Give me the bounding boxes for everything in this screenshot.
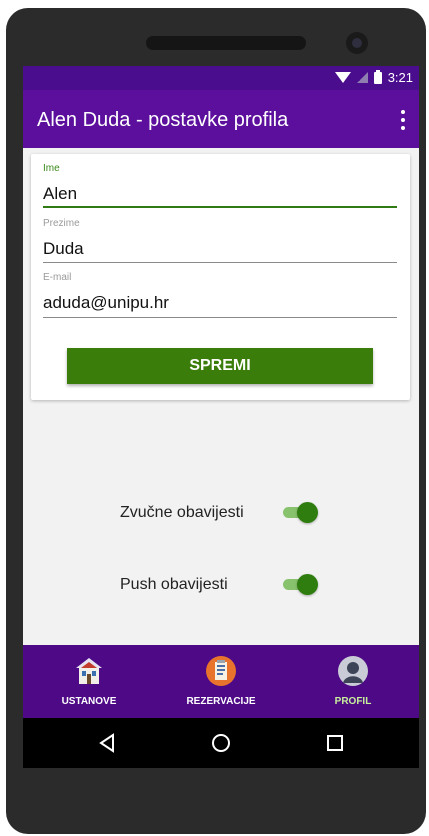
speaker-grille	[146, 36, 306, 50]
app-screen: 3:21 Alen Duda - postavke profila Ime Al…	[23, 66, 419, 768]
sound-notifications-switch[interactable]	[283, 502, 318, 523]
status-time: 3:21	[387, 70, 413, 85]
app-bar: Alen Duda - postavke profila	[23, 90, 419, 148]
first-name-field[interactable]: Alen	[43, 184, 77, 204]
email-field[interactable]: aduda@unipu.hr	[43, 293, 169, 313]
recents-icon[interactable]	[323, 731, 347, 755]
user-icon	[338, 656, 368, 686]
system-navigation-bar	[23, 718, 419, 768]
last-name-underline	[43, 262, 397, 263]
nav-label-ustanove: USTANOVE	[61, 696, 117, 707]
signal-icon	[356, 72, 368, 83]
profile-form-card: Ime Alen Prezime Duda E-mail aduda@unipu…	[31, 154, 410, 400]
reservation-icon	[206, 656, 236, 686]
last-name-field[interactable]: Duda	[43, 239, 84, 259]
front-camera	[346, 32, 368, 54]
sound-notifications-label: Zvučne obavijesti	[120, 504, 244, 521]
last-name-label: Prezime	[43, 218, 80, 229]
email-label: E-mail	[43, 272, 72, 283]
nav-label-profil: PROFIL	[334, 696, 372, 707]
building-icon	[76, 658, 102, 684]
nav-label-rezervacije: REZERVACIJE	[186, 696, 256, 707]
overflow-menu-icon[interactable]	[399, 110, 407, 130]
first-name-label: Ime	[43, 163, 60, 174]
home-icon[interactable]	[209, 731, 233, 755]
push-notifications-switch[interactable]	[283, 574, 318, 595]
page-title: Alen Duda - postavke profila	[37, 109, 289, 131]
nav-item-ustanove[interactable]: USTANOVE	[23, 645, 155, 718]
first-name-underline	[43, 206, 397, 208]
push-notifications-label: Push obavijesti	[120, 576, 228, 593]
nav-item-profil[interactable]: PROFIL	[287, 645, 419, 718]
status-bar: 3:21	[23, 66, 419, 90]
email-underline	[43, 317, 397, 318]
back-icon[interactable]	[95, 731, 119, 755]
battery-icon	[373, 69, 382, 84]
wifi-icon	[334, 72, 351, 83]
nav-item-rezervacije[interactable]: REZERVACIJE	[155, 645, 287, 718]
save-button[interactable]: SPREMI	[67, 348, 373, 384]
bottom-navigation: USTANOVE REZERVACIJE PROFIL	[23, 645, 419, 718]
